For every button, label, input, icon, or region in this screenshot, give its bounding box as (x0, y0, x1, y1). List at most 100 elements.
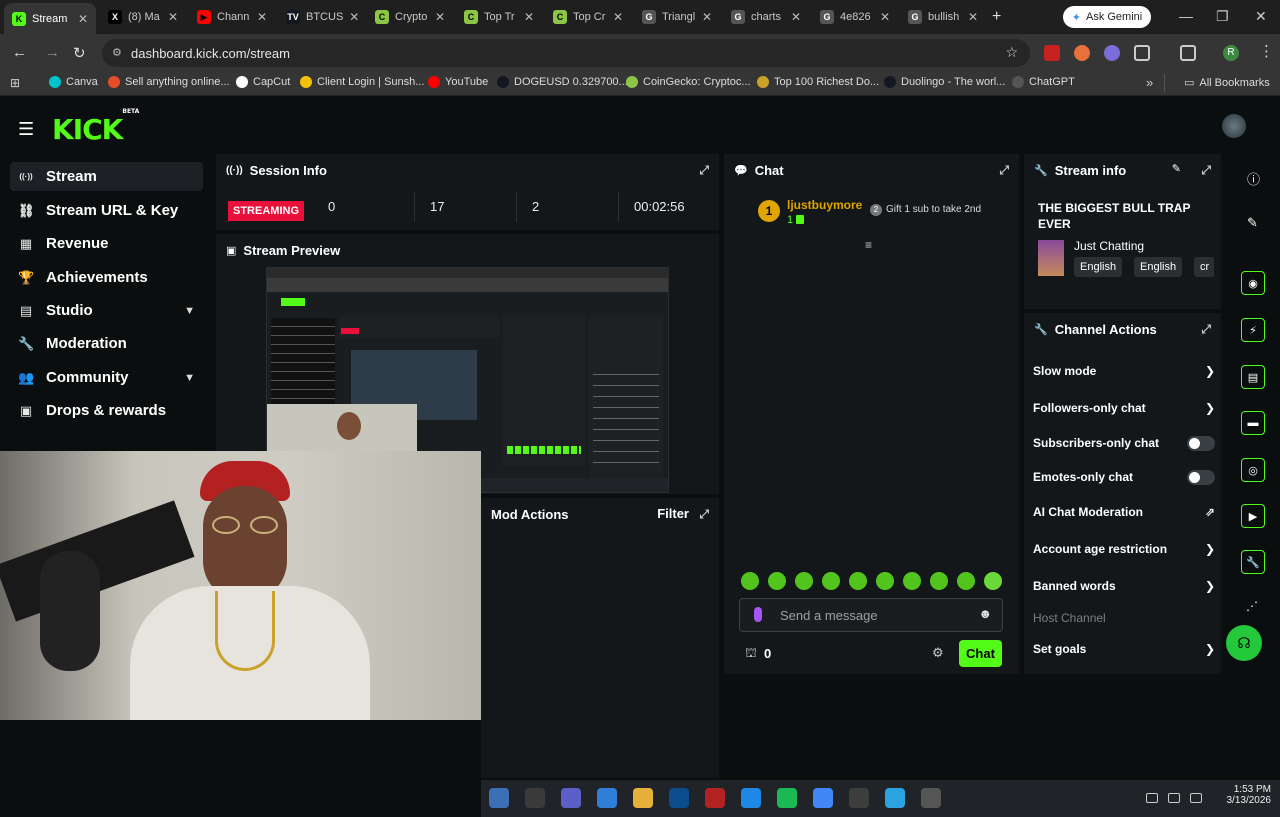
quick-emote-icon[interactable] (957, 572, 975, 590)
all-bookmarks-button[interactable]: ▭ All Bookmarks (1184, 76, 1270, 90)
channel-action-subscribers-only-chat[interactable]: Subscribers-only chat (1033, 435, 1215, 451)
bookmark-item[interactable]: Canva (49, 76, 98, 88)
tab-7[interactable]: C Top Cr ✕ (545, 4, 631, 30)
side-panel-icon[interactable] (1180, 45, 1196, 61)
taskbar-app-icon[interactable] (705, 788, 725, 808)
channel-action-banned-words[interactable]: Banned words ❯ (1033, 578, 1215, 594)
kick-logo[interactable]: KICKBETA (52, 108, 139, 146)
gift-sub-prompt[interactable]: Gift 1 sub to take 2nd (886, 204, 981, 215)
filter-button[interactable]: Filter (657, 506, 689, 521)
taskbar-app-icon[interactable] (633, 788, 653, 808)
bookmark-item[interactable]: Duolingo - The worl... (884, 76, 1005, 88)
taskbar-app-icon[interactable] (489, 788, 509, 808)
battery-icon[interactable] (1190, 793, 1202, 803)
extension-icon[interactable] (1104, 45, 1120, 61)
tab-2[interactable]: X (8) Ma ✕ (100, 4, 186, 30)
close-icon[interactable]: ✕ (1255, 8, 1267, 25)
expand-icon[interactable]: ⤢ (699, 507, 709, 522)
hamburger-menu-icon[interactable]: ☰ (18, 119, 34, 140)
toggle-switch[interactable] (1187, 469, 1215, 485)
sidebar-item-studio[interactable]: ▤ Studio ▼ (10, 296, 203, 325)
broadcast-icon[interactable]: ◎ (1241, 458, 1265, 482)
minimize-icon[interactable]: — (1179, 8, 1193, 24)
ask-gemini-button[interactable]: ✦ Ask Gemini (1063, 6, 1151, 28)
document-icon[interactable]: ▤ (1241, 365, 1265, 389)
tab-close-icon[interactable]: ✕ (78, 12, 88, 26)
taskbar-app-icon[interactable] (669, 788, 689, 808)
camera-scan-icon[interactable]: ◉ (1241, 271, 1265, 295)
tab-close-icon[interactable]: ✕ (791, 10, 801, 24)
taskbar-app-icon[interactable] (849, 788, 869, 808)
tab-close-icon[interactable]: ✕ (349, 10, 359, 24)
tab-6[interactable]: C Top Tr ✕ (456, 4, 542, 30)
chat-settings-icon[interactable]: ⚙ (932, 645, 944, 661)
taskbar-app-icon[interactable] (777, 788, 797, 808)
taskbar-app-icon[interactable] (885, 788, 905, 808)
send-chat-button[interactable]: Chat (959, 640, 1002, 667)
bookmark-item[interactable]: CapCut (236, 76, 290, 88)
tab-close-icon[interactable]: ✕ (702, 10, 712, 24)
channel-action-followers-only-chat[interactable]: Followers-only chat ❯ (1033, 400, 1215, 416)
profile-avatar[interactable]: R (1223, 45, 1239, 61)
category-name[interactable]: Just Chatting (1074, 239, 1144, 253)
video-icon[interactable]: ▶ (1241, 504, 1265, 528)
chat-input[interactable]: Send a message ☻ (739, 598, 1003, 632)
extension-icon[interactable] (1074, 45, 1090, 61)
extensions-puzzle-icon[interactable] (1134, 45, 1150, 61)
taskbar-app-icon[interactable] (813, 788, 833, 808)
share-icon[interactable]: ⋰ (1246, 599, 1258, 613)
tab-close-icon[interactable]: ✕ (524, 10, 534, 24)
user-avatar[interactable] (1222, 114, 1246, 138)
site-info-icon[interactable]: ⚙ (112, 46, 122, 59)
tab-close-icon[interactable]: ✕ (968, 10, 978, 24)
info-icon[interactable]: ⓘ (1247, 169, 1260, 188)
bookmark-item[interactable]: Top 100 Richest Do... (757, 76, 879, 88)
new-tab-button[interactable]: + (992, 8, 1001, 26)
sidebar-item-achievements[interactable]: 🏆 Achievements (10, 263, 203, 292)
edit-icon[interactable]: ✎ (1247, 215, 1258, 231)
quick-emote-icon[interactable] (822, 572, 840, 590)
expand-icon[interactable]: ⤢ (999, 163, 1009, 178)
taskbar-app-icon[interactable] (741, 788, 761, 808)
channel-action-set-goals[interactable]: Set goals ❯ (1033, 641, 1215, 657)
taskbar-app-icon[interactable] (561, 788, 581, 808)
menu-dots-icon[interactable]: ⋮ (1259, 42, 1274, 60)
quick-emote-icon[interactable] (930, 572, 948, 590)
expand-icon[interactable]: ⤢ (1201, 322, 1211, 337)
bookmark-item[interactable]: DOGEUSD 0.329700... (497, 76, 628, 88)
tab-9[interactable]: Gcharts ✕ (723, 4, 809, 30)
quick-emote-icon[interactable] (795, 572, 813, 590)
taskbar-app-icon[interactable] (597, 788, 617, 808)
edit-pencil-icon[interactable]: ✎ (1172, 162, 1181, 175)
apps-grid-icon[interactable]: ⊞ (10, 76, 20, 90)
chevron-down-icon[interactable]: ▼ (184, 305, 195, 317)
back-icon[interactable]: ← (12, 44, 27, 61)
extension-icon[interactable] (1044, 45, 1060, 61)
chevron-down-icon[interactable]: ▼ (184, 372, 195, 384)
emoji-icon[interactable]: ☻ (978, 606, 992, 621)
tab-3[interactable]: ▶ Chann ✕ (189, 4, 275, 30)
quick-emote-icon[interactable] (849, 572, 867, 590)
tab-8[interactable]: G Triangl ✕ (634, 4, 720, 30)
taskbar-clock[interactable]: 1:53 PM 3/13/2026 (1219, 784, 1272, 806)
forward-icon[interactable]: → (45, 44, 60, 61)
quick-emote-icon[interactable] (768, 572, 786, 590)
lightning-icon[interactable]: ⚡ (1241, 318, 1265, 342)
taskbar-app-icon[interactable] (921, 788, 941, 808)
sidebar-item-revenue[interactable]: ▦ Revenue (10, 229, 203, 258)
reload-icon[interactable]: ↻ (73, 44, 86, 62)
sidebar-item-stream[interactable]: ((·)) Stream (10, 162, 203, 191)
expand-icon[interactable]: ⤢ (1201, 163, 1211, 178)
channel-action-ai-chat-moderation[interactable]: AI Chat Moderation ⇗ (1033, 504, 1215, 520)
tab-close-icon[interactable]: ✕ (168, 10, 178, 24)
quick-emote-icon[interactable] (876, 572, 894, 590)
sidebar-item-drops-rewards[interactable]: ▣ Drops & rewards (10, 396, 203, 425)
tab-10[interactable]: G 4e826 ✕ (812, 4, 898, 30)
tab-1[interactable]: K Stream ✕ (4, 3, 96, 34)
sidebar-item-moderation[interactable]: 🔧 Moderation (10, 329, 203, 358)
restore-icon[interactable]: ❐ (1216, 8, 1229, 25)
tab-close-icon[interactable]: ✕ (613, 10, 623, 24)
channel-action-slow-mode[interactable]: Slow mode ❯ (1033, 363, 1215, 379)
taskbar-app-icon[interactable] (525, 788, 545, 808)
pinned-list-icon[interactable]: ≡ (865, 238, 872, 252)
